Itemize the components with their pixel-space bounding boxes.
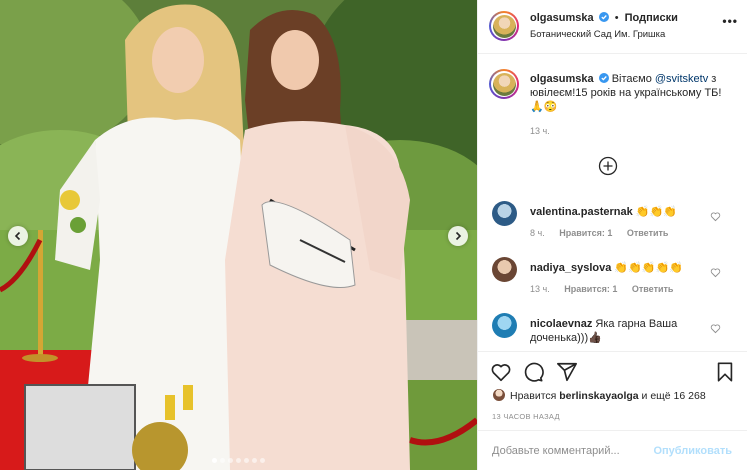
comment-body: 👏👏👏👏👏 [614, 262, 683, 274]
bookmark-icon[interactable] [714, 361, 736, 383]
likes-prefix: Нравится [510, 390, 560, 402]
post-header: olgasumska • Подписки Ботанический Сад И… [478, 0, 747, 54]
post-details-panel: olgasumska • Подписки Ботанический Сад И… [477, 0, 747, 470]
post-timestamp[interactable]: 13 ЧАСОВ НАЗАД [492, 412, 560, 421]
caption-author-avatar[interactable] [489, 69, 519, 99]
more-options-button[interactable]: ••• [722, 14, 738, 28]
comment-username[interactable]: nicolaevnaz [530, 318, 592, 330]
comment-body: 👏👏👏 [635, 206, 677, 218]
comment-time[interactable]: 8 ч. [530, 228, 545, 238]
comment-item: nicolaevnaz Яка гарна Ваша доченька)))👍🏿 [478, 313, 747, 351]
likes-count[interactable]: и ещё 16 268 [639, 390, 706, 402]
author-line: olgasumska • Подписки [530, 12, 678, 24]
carousel-dot [252, 458, 257, 463]
verified-badge-icon [598, 12, 609, 22]
author-avatar[interactable] [489, 11, 519, 41]
likes-summary[interactable]: Нравится berlinskayaolga и ещё 16 268 [492, 388, 742, 406]
more-horizontal-icon: ••• [722, 14, 738, 28]
heart-icon[interactable] [490, 361, 512, 383]
comment-time[interactable]: 13 ч. [530, 284, 550, 294]
carousel-dot [220, 458, 225, 463]
carousel-dot [236, 458, 241, 463]
liker-username[interactable]: berlinskayaolga [559, 390, 638, 402]
post-actions-bar [478, 351, 747, 391]
comment-meta: 8 ч. Нравится: 1 Ответить [530, 228, 680, 238]
carousel-dot [228, 458, 233, 463]
author-username[interactable]: olgasumska [530, 12, 594, 24]
post-media[interactable] [0, 0, 477, 470]
comment-input[interactable] [492, 442, 672, 460]
separator-dot: • [614, 12, 619, 24]
liker-avatar [492, 388, 506, 402]
post-photo[interactable] [0, 0, 477, 470]
carousel-indicator [0, 458, 477, 463]
caption-mention[interactable]: @svitsketv [655, 73, 708, 85]
carousel-dot [260, 458, 265, 463]
reply-button[interactable]: Ответить [632, 284, 674, 294]
comment-icon[interactable] [522, 361, 544, 383]
post-location[interactable]: Ботанический Сад Им. Гришка [530, 29, 665, 40]
carousel-dot [244, 458, 249, 463]
caption-author[interactable]: olgasumska [530, 73, 594, 85]
publish-button[interactable]: Опубликовать [653, 445, 732, 457]
comment-item: valentina.pasternak 👏👏👏 8 ч. Нравится: 1… [478, 201, 747, 251]
add-comment-form: Опубликовать [478, 430, 747, 470]
previous-slide-button[interactable] [8, 226, 28, 246]
comment-likes[interactable]: Нравится: 1 [564, 284, 617, 294]
comment-item: nadiya_syslova 👏👏👏👏👏 13 ч. Нравится: 1 О… [478, 257, 747, 307]
comment-likes[interactable]: Нравится: 1 [559, 228, 612, 238]
comment-text: nadiya_syslova 👏👏👏👏👏 [530, 261, 710, 275]
carousel-dot [212, 458, 217, 463]
verified-badge-icon [598, 73, 609, 83]
commenter-avatar[interactable] [492, 257, 517, 282]
reply-button[interactable]: Ответить [627, 228, 669, 238]
load-more-comments-icon[interactable] [598, 156, 618, 176]
heart-icon[interactable] [710, 323, 721, 334]
heart-icon[interactable] [710, 267, 721, 278]
chevron-right-icon [455, 231, 462, 241]
comment-meta: 13 ч. Нравится: 1 Ответить [530, 284, 685, 294]
next-slide-button[interactable] [448, 226, 468, 246]
commenter-avatar[interactable] [492, 201, 517, 226]
heart-icon[interactable] [710, 211, 721, 222]
comment-text: nicolaevnaz Яка гарна Ваша доченька)))👍🏿 [530, 317, 710, 345]
caption-time[interactable]: 13 ч. [530, 126, 550, 136]
comment-text: valentina.pasternak 👏👏👏 [530, 205, 710, 219]
caption-text-start: Вітаємо [611, 73, 655, 85]
post-caption: olgasumska Вітаємо @svitsketv з ювілеєм!… [530, 72, 728, 114]
commenter-avatar[interactable] [492, 313, 517, 338]
comments-list[interactable]: olgasumska Вітаємо @svitsketv з ювілеєм!… [478, 55, 747, 351]
chevron-left-icon [14, 231, 21, 241]
comment-username[interactable]: valentina.pasternak [530, 206, 633, 218]
following-button[interactable]: Подписки [625, 12, 678, 24]
comment-username[interactable]: nadiya_syslova [530, 262, 611, 274]
share-icon[interactable] [556, 361, 578, 383]
